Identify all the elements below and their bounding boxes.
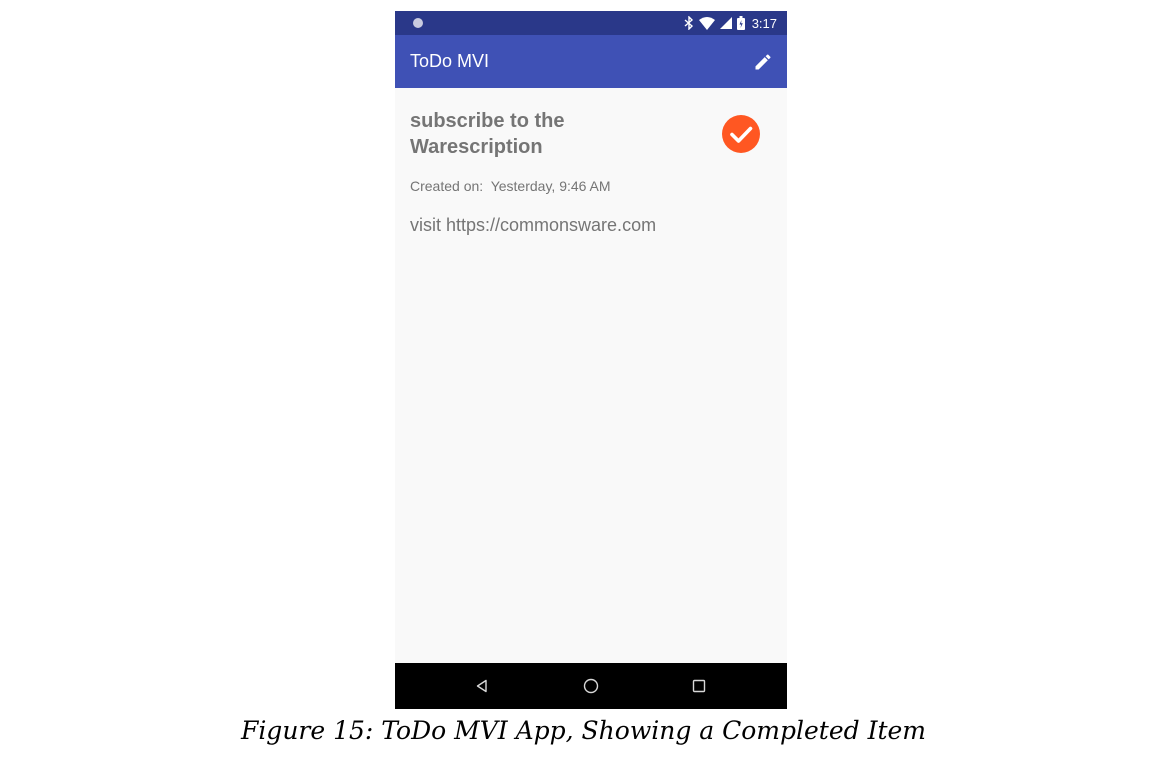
figure-caption: Figure 15: ToDo MVI App, Showing a Compl… (240, 716, 927, 745)
triangle-back-icon (476, 679, 487, 693)
created-label: Created on: (410, 178, 484, 194)
phone-screen: 3:17 ToDo MVI subscribe to the Warescrip… (395, 11, 787, 709)
notification-dot-icon (413, 18, 423, 28)
item-title: subscribe to the Warescription (410, 110, 565, 158)
circle-home-icon (583, 678, 599, 694)
back-button[interactable] (472, 676, 492, 696)
item-detail: subscribe to the Warescription Created o… (395, 88, 787, 663)
status-icons: 3:17 (684, 11, 777, 35)
bluetooth-icon (684, 16, 694, 30)
created-row: Created on: Yesterday, 9:46 AM (410, 178, 611, 194)
wifi-icon (698, 16, 715, 30)
home-button[interactable] (581, 676, 601, 696)
status-time: 3:17 (751, 15, 777, 31)
status-bar: 3:17 (395, 11, 787, 35)
navigation-bar (395, 663, 787, 709)
item-notes: visit https://commonsware.com (410, 215, 657, 235)
created-value: Yesterday, 9:46 AM (490, 178, 611, 194)
square-recents-icon (692, 679, 706, 693)
pencil-icon (755, 54, 771, 70)
cell-signal-icon (719, 17, 732, 29)
check-circle-icon[interactable] (722, 115, 760, 153)
app-toolbar: ToDo MVI (395, 35, 787, 88)
recents-button[interactable] (689, 676, 709, 696)
app-title: ToDo MVI (410, 51, 490, 71)
battery-icon (736, 16, 745, 30)
edit-button[interactable] (747, 46, 779, 78)
